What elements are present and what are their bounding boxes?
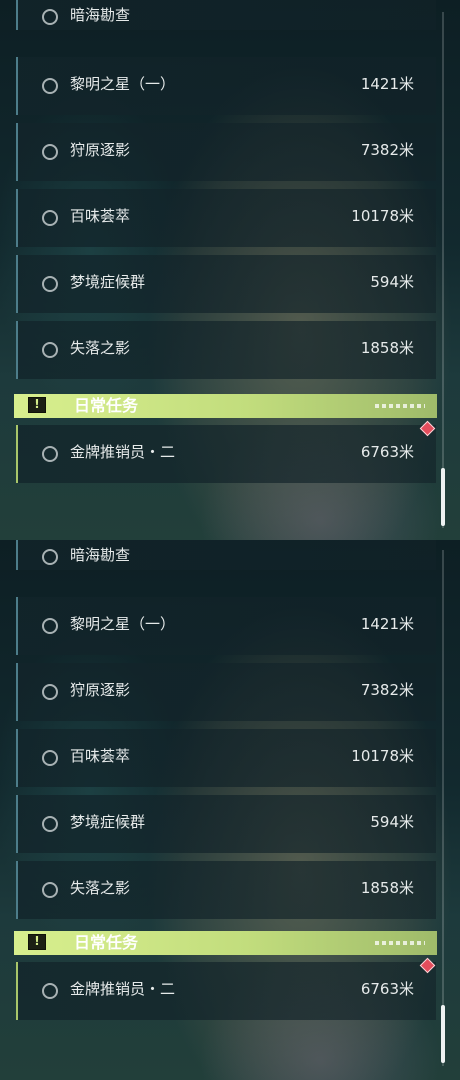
quest-distance: 1421米 [360, 75, 414, 93]
quest-item-jinpai[interactable]: 金牌推销员・二 6763米 [16, 962, 436, 1020]
quest-name: 狩原逐影 [70, 141, 131, 159]
circle-ring-icon [42, 549, 58, 565]
section-title: 日常任务 [74, 933, 139, 952]
quest-distance: 10178米 [351, 207, 414, 225]
quest-name: 黎明之星（一） [70, 75, 176, 93]
circle-ring-icon [42, 816, 58, 832]
quest-distance: 594米 [370, 273, 414, 291]
scrollbar-thumb[interactable] [441, 1005, 445, 1063]
circle-ring-icon [42, 276, 58, 292]
quest-item-shouyuan[interactable]: 狩原逐影 7382米 [16, 663, 436, 721]
quest-distance: 1858米 [360, 879, 414, 897]
quest-list-panel-bottom: 暗海勘查 黎明之星（一） 1421米 狩原逐影 7382米 百味荟萃 10178… [0, 540, 460, 1080]
quest-list-panel-top: 暗海勘查 黎明之星（一） 1421米 狩原逐影 7382米 百味荟萃 10178… [0, 0, 460, 540]
circle-ring-icon [42, 446, 58, 462]
quest-name: 黎明之星（一） [70, 615, 176, 633]
exclamation-box-icon: ! [28, 934, 46, 950]
quest-name: 金牌推销员・二 [70, 443, 176, 461]
scrollbar-thumb[interactable] [441, 468, 445, 526]
quest-name: 失落之影 [70, 339, 131, 357]
daily-tasks-header[interactable]: ! 日常任务 [14, 931, 437, 955]
quest-item-anhai[interactable]: 暗海勘查 [16, 0, 436, 30]
section-title: 日常任务 [74, 396, 139, 415]
quest-name: 梦境症候群 [70, 813, 146, 831]
exclamation-box-icon: ! [28, 397, 46, 413]
circle-ring-icon [42, 618, 58, 634]
quest-distance: 1421米 [360, 615, 414, 633]
circle-ring-icon [42, 210, 58, 226]
quest-distance: 594米 [370, 813, 414, 831]
circle-ring-icon [42, 750, 58, 766]
quest-distance: 10178米 [351, 747, 414, 765]
quest-name: 梦境症候群 [70, 273, 146, 291]
circle-ring-icon [42, 9, 58, 25]
quest-item-liming[interactable]: 黎明之星（一） 1421米 [16, 597, 436, 655]
quest-name: 百味荟萃 [70, 747, 131, 765]
quest-name: 暗海勘查 [70, 546, 131, 564]
circle-ring-icon [42, 882, 58, 898]
quest-item-jinpai[interactable]: 金牌推销员・二 6763米 [16, 425, 436, 483]
circle-ring-icon [42, 983, 58, 999]
quest-distance: 6763米 [360, 443, 414, 461]
quest-item-mengjing[interactable]: 梦境症候群 594米 [16, 795, 436, 853]
quest-name: 狩原逐影 [70, 681, 131, 699]
quest-distance: 6763米 [360, 980, 414, 998]
quest-distance: 1858米 [360, 339, 414, 357]
quest-item-shouyuan[interactable]: 狩原逐影 7382米 [16, 123, 436, 181]
scrollbar-track[interactable] [442, 12, 444, 528]
daily-tasks-header[interactable]: ! 日常任务 [14, 394, 437, 418]
quest-item-mengjing[interactable]: 梦境症候群 594米 [16, 255, 436, 313]
circle-ring-icon [42, 342, 58, 358]
scrollbar-track[interactable] [442, 550, 444, 1066]
quest-distance: 7382米 [360, 681, 414, 699]
quest-name: 金牌推销员・二 [70, 980, 176, 998]
quest-item-shiluo[interactable]: 失落之影 1858米 [16, 321, 436, 379]
quest-item-liming[interactable]: 黎明之星（一） 1421米 [16, 57, 436, 115]
quest-name: 百味荟萃 [70, 207, 131, 225]
circle-ring-icon [42, 144, 58, 160]
quest-item-shiluo[interactable]: 失落之影 1858米 [16, 861, 436, 919]
section-decoration [375, 404, 425, 408]
circle-ring-icon [42, 78, 58, 94]
quest-distance: 7382米 [360, 141, 414, 159]
circle-ring-icon [42, 684, 58, 700]
section-decoration [375, 941, 425, 945]
quest-item-baiwei[interactable]: 百味荟萃 10178米 [16, 189, 436, 247]
quest-item-anhai[interactable]: 暗海勘查 [16, 540, 436, 570]
quest-name: 失落之影 [70, 879, 131, 897]
quest-item-baiwei[interactable]: 百味荟萃 10178米 [16, 729, 436, 787]
quest-name: 暗海勘查 [70, 6, 131, 24]
